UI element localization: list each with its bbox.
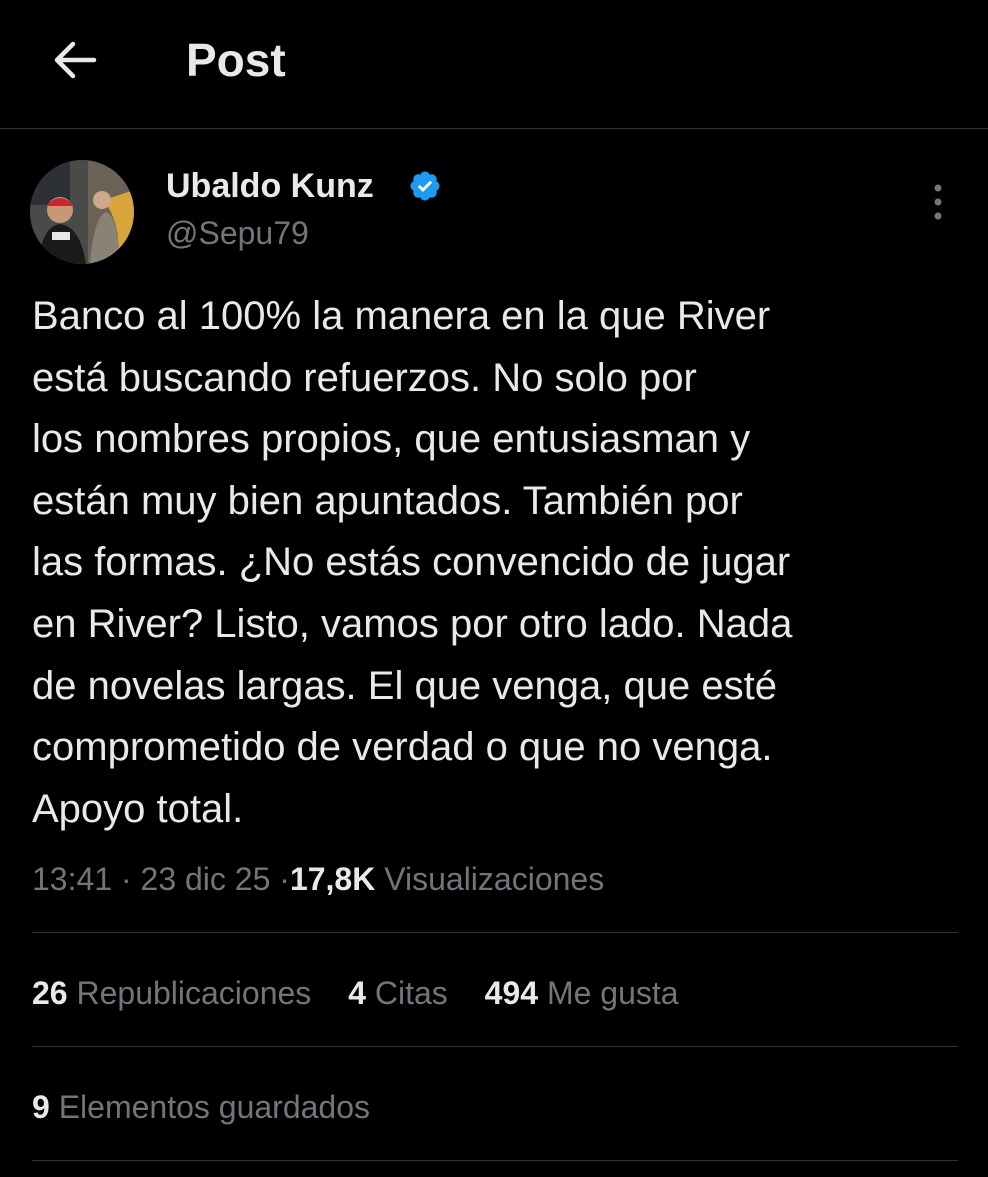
bookmarks-label: Elementos guardados (58, 1089, 370, 1125)
reposts-count: 26 (32, 975, 68, 1011)
post-text-line: está buscando refuerzos. No solo por (32, 355, 697, 400)
more-options-button[interactable] (918, 180, 958, 224)
verified-badge-icon (408, 169, 442, 203)
post-text-line: las formas. ¿No estás convencido de juga… (32, 540, 791, 585)
post-text-line: Apoyo total. (32, 786, 244, 831)
more-vertical-icon (934, 184, 942, 220)
post-text-line: Banco al 100% la manera en la que River (32, 294, 771, 338)
post-text-line: de novelas largas. El que venga, que est… (32, 663, 777, 708)
quotes-label: Citas (374, 975, 448, 1011)
meta-separator: · (279, 861, 290, 897)
divider (32, 1160, 958, 1161)
arrow-left-icon (54, 41, 97, 79)
post-text: Banco al 100% la manera en la que River … (32, 286, 962, 840)
post-text-line: están muy bien apuntados. También por (32, 478, 743, 523)
post-metadata: 13:41 · 23 dic 25 ·17,8K Visualizaciones (32, 856, 604, 902)
avatar-photo (30, 160, 134, 264)
likes-label: Me gusta (546, 975, 679, 1011)
quotes-stat[interactable]: 4 Citas (348, 970, 448, 1016)
author-name[interactable]: Ubaldo Kunz (166, 164, 374, 208)
views-count: 17,8K (289, 861, 376, 897)
divider (32, 1046, 958, 1047)
bookmarks-stat[interactable]: 9 Elementos guardados (32, 1084, 370, 1130)
reposts-label: Republicaciones (76, 975, 312, 1011)
bookmarks-count: 9 (32, 1089, 50, 1125)
page-title: Post (186, 34, 286, 86)
post-text-line: los nombres propios, que entusiasman y (32, 417, 751, 462)
top-bar: Post (0, 0, 988, 129)
avatar[interactable] (30, 160, 134, 264)
post-text-line: en River? Listo, vamos por otro lado. Na… (32, 601, 793, 646)
meta-separator: · (120, 861, 132, 897)
quotes-count: 4 (348, 975, 366, 1011)
reposts-stat[interactable]: 26 Republicaciones (32, 970, 311, 1016)
post-text-line: comprometido de verdad o que no venga. (32, 725, 773, 770)
likes-stat[interactable]: 494 Me gusta (485, 970, 679, 1016)
author-handle[interactable]: @Sepu79 (166, 211, 309, 255)
likes-count: 494 (484, 975, 539, 1011)
views-label: Visualizaciones (384, 861, 605, 897)
post-date[interactable]: 23 dic 25 (141, 861, 271, 897)
divider (32, 932, 958, 933)
post-time[interactable]: 13:41 (32, 861, 112, 897)
back-button[interactable] (44, 30, 104, 90)
engagement-stats: 26 Republicaciones 4 Citas 494 Me gusta (32, 970, 679, 1016)
